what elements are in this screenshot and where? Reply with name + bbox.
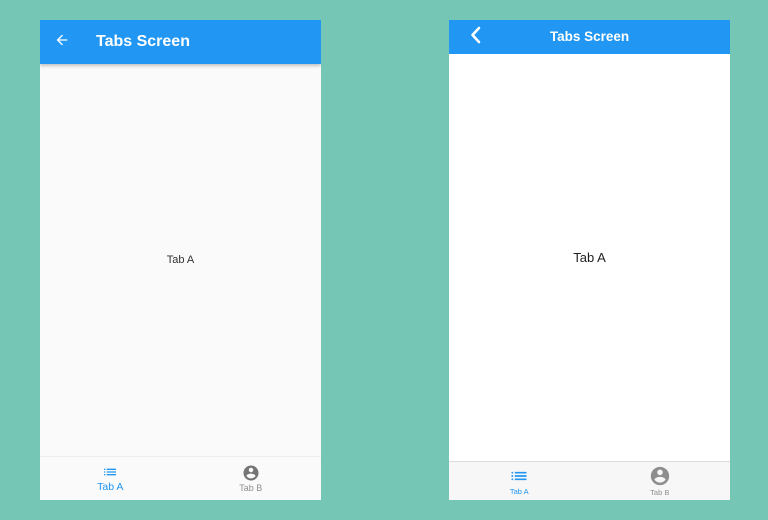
back-button[interactable] (50, 30, 74, 54)
tab-a-label: Tab A (97, 480, 124, 493)
account-circle-icon (649, 465, 671, 487)
tab-content-label: Tab A (166, 254, 195, 266)
tab-b[interactable]: Tab B (181, 457, 322, 500)
tab-content: Tab A (449, 54, 730, 461)
arrow-left-icon (54, 32, 70, 53)
tab-a[interactable]: Tab A (449, 462, 590, 500)
tab-b-label: Tab B (239, 482, 263, 493)
app-bar: Tabs Screen (40, 20, 321, 64)
tab-content-label: Tab A (573, 250, 606, 265)
app-bar: Tabs Screen (449, 20, 730, 54)
tab-b-label: Tab B (650, 487, 670, 497)
bottom-tab-bar: Tab A Tab B (40, 456, 321, 500)
account-circle-icon (242, 464, 260, 482)
tab-b[interactable]: Tab B (590, 462, 731, 500)
android-phone-screen: Tabs Screen Tab A Tab A Tab B (40, 20, 321, 500)
tab-a[interactable]: Tab A (40, 457, 181, 500)
list-icon (102, 464, 118, 480)
tab-content: Tab A (40, 64, 321, 456)
bottom-tab-bar: Tab A Tab B (449, 461, 730, 500)
ios-phone-screen: Tabs Screen Tab A Tab A Tab B (449, 20, 730, 500)
page-title: Tabs Screen (96, 33, 190, 50)
page-title: Tabs Screen (549, 29, 630, 44)
list-icon (509, 466, 529, 486)
tab-a-label: Tab A (509, 486, 529, 496)
